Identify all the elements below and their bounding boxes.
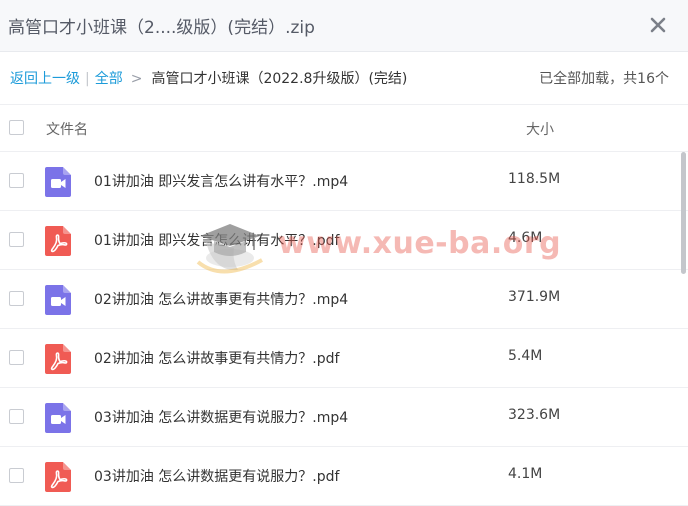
pdf-file-icon [44,343,72,375]
file-row[interactable]: 03讲加油 怎么讲数据更有说服力？.mp4 323.6M [0,388,688,447]
file-size: 4.6M [508,230,543,246]
row-checkbox[interactable] [9,409,24,424]
file-size: 4.1M [508,466,543,482]
file-name[interactable]: 01讲加油 即兴发言怎么讲有水平？.mp4 [94,171,348,191]
table-header: 文件名 大小 [0,105,688,152]
dialog-title: 高管口才小班课（2....级版）(完结）.zip [8,18,315,38]
dialog-titlebar: 高管口才小班课（2....级版）(完结）.zip [0,0,688,52]
file-size: 371.9M [508,289,561,305]
all-link[interactable]: 全部 [95,71,123,87]
file-size: 118.5M [508,171,561,187]
file-row[interactable]: 01讲加油 即兴发言怎么讲有水平？.pdf 4.6M [0,211,688,270]
file-size: 323.6M [508,407,561,423]
file-name[interactable]: 01讲加油 即兴发言怎么讲有水平？.pdf [94,230,339,250]
row-checkbox[interactable] [9,468,24,483]
breadcrumb-arrow: > [130,71,143,87]
file-row[interactable]: 03讲加油 怎么讲数据更有说服力？.pdf 4.1M [0,447,688,506]
breadcrumb-current: 高管口才小班课（2022.8升级版）(完结) [151,71,408,87]
pdf-file-icon [44,461,72,493]
scrollbar-thumb[interactable] [681,152,686,274]
file-name[interactable]: 02讲加油 怎么讲故事更有共情力？.mp4 [94,289,348,309]
row-checkbox[interactable] [9,173,24,188]
pdf-file-icon [44,225,72,257]
breadcrumb: 返回上一级 | 全部 > 高管口才小班课（2022.8升级版）(完结) [10,68,407,88]
file-row[interactable]: 01讲加油 即兴发言怎么讲有水平？.mp4 118.5M [0,152,688,211]
row-checkbox[interactable] [9,291,24,306]
breadcrumb-separator: | [85,71,90,87]
row-checkbox[interactable] [9,350,24,365]
row-checkbox[interactable] [9,232,24,247]
select-all-checkbox[interactable] [9,120,24,135]
video-file-icon [44,166,72,198]
load-status: 已全部加载，共16个 [539,71,669,87]
video-file-icon [44,402,72,434]
file-row[interactable]: 02讲加油 怎么讲故事更有共情力？.pdf 5.4M [0,329,688,388]
close-icon[interactable] [646,13,670,37]
file-name[interactable]: 03讲加油 怎么讲数据更有说服力？.pdf [94,466,339,486]
column-header-name: 文件名 [46,122,88,138]
file-name[interactable]: 02讲加油 怎么讲故事更有共情力？.pdf [94,348,339,368]
video-file-icon [44,284,72,316]
file-size: 5.4M [508,348,543,364]
file-list: 01讲加油 即兴发言怎么讲有水平？.mp4 118.5M 01讲加油 即兴发言怎么讲… [0,152,688,506]
column-header-size: 大小 [526,122,554,138]
file-row[interactable]: 02讲加油 怎么讲故事更有共情力？.mp4 371.9M [0,270,688,329]
back-link[interactable]: 返回上一级 [10,71,80,87]
file-name[interactable]: 03讲加油 怎么讲数据更有说服力？.mp4 [94,407,348,427]
